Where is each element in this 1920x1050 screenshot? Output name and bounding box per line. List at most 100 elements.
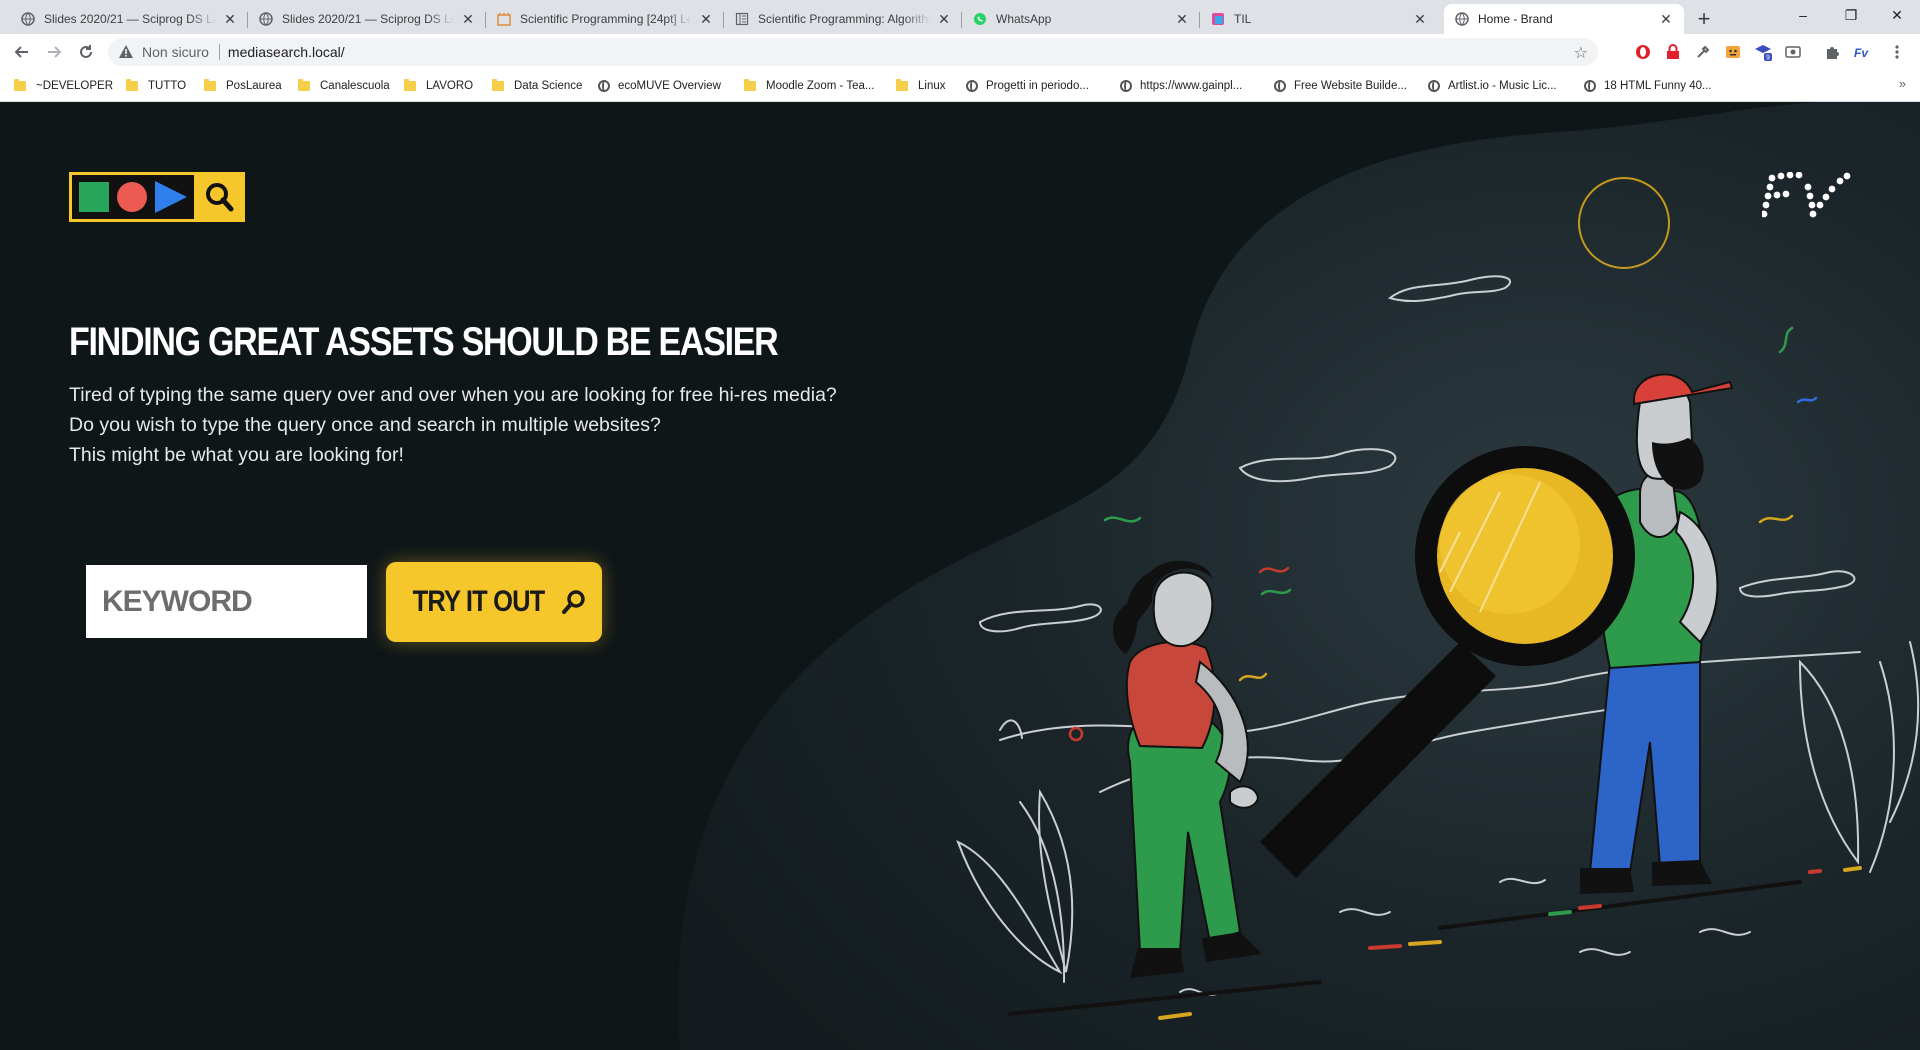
bookmark-item[interactable]: TUTTO xyxy=(126,76,186,96)
close-tab-icon[interactable]: ✕ xyxy=(222,11,238,27)
tab-sciprog-moodle[interactable]: Scientific Programming [24pt] Le ✕ xyxy=(486,4,724,34)
bookmarks-overflow-button[interactable]: » xyxy=(1899,76,1906,91)
globe-icon xyxy=(966,80,978,92)
book-icon xyxy=(734,11,750,27)
folder-icon xyxy=(744,79,756,91)
bookmark-item[interactable]: Linux xyxy=(896,76,946,96)
address-bar[interactable]: Non sicuro mediasearch.local/ ☆ xyxy=(108,38,1598,66)
bookmark-item[interactable]: Canalescuola xyxy=(298,76,390,96)
reload-icon xyxy=(80,45,92,58)
close-tab-icon[interactable]: ✕ xyxy=(698,11,714,27)
bookmark-item[interactable]: PosLaurea xyxy=(204,76,282,96)
browser-toolbar: Non sicuro mediasearch.local/ ☆ 9 Fv xyxy=(0,34,1920,70)
bookmark-label: Moodle Zoom - Tea... xyxy=(766,80,875,92)
bookmark-label: Free Website Builde... xyxy=(1294,80,1407,92)
bookmark-item[interactable]: LAVORO xyxy=(404,76,473,96)
profile-fv-icon[interactable]: Fv xyxy=(1854,43,1872,61)
bookmark-item[interactable]: ~DEVELOPER xyxy=(14,76,113,96)
bookmark-label: LAVORO xyxy=(426,80,474,92)
globe-icon xyxy=(20,11,36,27)
moodle-icon xyxy=(496,11,512,27)
woman-figure xyxy=(1112,560,1262,978)
url-text[interactable]: mediasearch.local/ xyxy=(228,44,345,60)
bookmark-item[interactable]: Moodle Zoom - Tea... xyxy=(744,76,874,96)
eyedropper-icon[interactable] xyxy=(1694,43,1712,61)
bookmark-label: TUTTO xyxy=(148,80,187,92)
bookmark-label: 18 HTML Funny 40... xyxy=(1604,80,1712,92)
folder-icon xyxy=(896,79,908,91)
globe-icon xyxy=(1454,11,1470,27)
tab-strip: Slides 2020/21 — Sciprog DS Lab ✕ Slides… xyxy=(0,0,1920,34)
bookmark-item[interactable]: Progetti in periodo... xyxy=(966,76,1089,96)
circle-shape-icon xyxy=(117,182,147,212)
bookmark-label: Artlist.io - Music Lic... xyxy=(1448,80,1557,92)
tab-title: Scientific Programming [24pt] Le xyxy=(520,12,692,26)
tab-whatsapp[interactable]: WhatsApp ✕ xyxy=(962,4,1200,34)
forward-button[interactable] xyxy=(40,38,68,66)
new-tab-button[interactable]: + xyxy=(1690,6,1718,34)
tab-home-brand[interactable]: Home - Brand ✕ xyxy=(1444,4,1684,34)
minimize-button[interactable]: – xyxy=(1780,0,1826,30)
close-tab-icon[interactable]: ✕ xyxy=(1658,11,1674,27)
hero-line-1: Tired of typing the same query over and … xyxy=(69,384,837,406)
bookmark-label: Canalescuola xyxy=(320,80,390,92)
page-content: FINDING GREAT ASSETS SHOULD BE EASIER Ti… xyxy=(0,102,1920,1050)
hero-line-2: Do you wish to type the query once and s… xyxy=(69,414,661,436)
reload-button[interactable] xyxy=(72,38,100,66)
close-tab-icon[interactable]: ✕ xyxy=(1174,11,1190,27)
tab-title: Home - Brand xyxy=(1478,12,1553,26)
emoji-extension-icon[interactable] xyxy=(1724,43,1742,61)
close-tab-icon[interactable]: ✕ xyxy=(460,11,476,27)
menu-dots-icon[interactable] xyxy=(1888,43,1906,61)
tab-title: WhatsApp xyxy=(996,12,1052,26)
star-icon[interactable]: ☆ xyxy=(1574,43,1588,63)
tab-til[interactable]: TIL ✕ xyxy=(1200,4,1438,34)
bookmark-item[interactable]: 18 HTML Funny 40... xyxy=(1584,76,1712,96)
globe-icon xyxy=(598,80,610,92)
logo[interactable] xyxy=(69,172,245,222)
opera-icon[interactable] xyxy=(1634,43,1652,61)
tab-title: Scientific Programming: Algorithm xyxy=(758,12,930,26)
tab-slides-2[interactable]: Slides 2020/21 — Sciprog DS Lab ✕ xyxy=(248,4,486,34)
bookmark-label: Progetti in periodo... xyxy=(986,80,1089,92)
folder-icon xyxy=(298,79,310,91)
close-window-button[interactable]: ✕ xyxy=(1874,0,1920,30)
globe-icon xyxy=(1120,80,1132,92)
bookmark-label: https://www.gainpl... xyxy=(1140,80,1243,92)
bookmark-item[interactable]: Artlist.io - Music Lic... xyxy=(1428,76,1557,96)
bookmark-item[interactable]: https://www.gainpl... xyxy=(1120,76,1242,96)
keyword-input[interactable] xyxy=(86,565,367,638)
folder-icon xyxy=(126,79,138,91)
page-title: FINDING GREAT ASSETS SHOULD BE EASIER xyxy=(69,320,779,364)
security-label[interactable]: Non sicuro xyxy=(142,44,209,60)
bookmarks-bar: ~DEVELOPER TUTTO PosLaurea Canalescuola LAVO… xyxy=(0,70,1920,102)
maximize-button[interactable]: ❐ xyxy=(1828,0,1874,30)
arrow-right-icon xyxy=(48,46,62,58)
bookmark-item[interactable]: ecoMUVE Overview xyxy=(598,76,721,96)
tab-sciprog-algorithms[interactable]: Scientific Programming: Algorithm ✕ xyxy=(724,4,962,34)
screenshot-extension-icon[interactable] xyxy=(1784,43,1802,61)
bookmark-item[interactable]: Data Science xyxy=(492,76,582,96)
globe-icon xyxy=(1428,80,1440,92)
graduation-cap-icon[interactable]: 9 xyxy=(1754,43,1772,61)
globe-icon xyxy=(1584,80,1596,92)
puzzle-icon[interactable] xyxy=(1824,43,1842,61)
bookmark-label: Linux xyxy=(918,80,946,92)
folder-icon xyxy=(14,79,26,91)
close-tab-icon[interactable]: ✕ xyxy=(936,11,952,27)
bookmark-item[interactable]: Free Website Builde... xyxy=(1274,76,1407,96)
tab-title: TIL xyxy=(1234,12,1252,26)
arrow-left-icon xyxy=(14,46,28,58)
back-button[interactable] xyxy=(8,38,36,66)
tab-slides-1[interactable]: Slides 2020/21 — Sciprog DS Lab ✕ xyxy=(10,4,248,34)
close-tab-icon[interactable]: ✕ xyxy=(1412,11,1428,27)
tab-title: Slides 2020/21 — Sciprog DS Lab xyxy=(282,12,454,26)
search-icon xyxy=(561,590,585,614)
globe-icon xyxy=(1274,80,1286,92)
hero-line-3: This might be what you are looking for! xyxy=(69,444,404,466)
try-it-out-button[interactable]: TRY IT OUT xyxy=(386,562,602,642)
globe-icon xyxy=(258,11,274,27)
lock-extension-icon[interactable] xyxy=(1664,43,1682,61)
svg-text:Fv: Fv xyxy=(1854,46,1869,59)
man-figure xyxy=(1580,373,1734,894)
